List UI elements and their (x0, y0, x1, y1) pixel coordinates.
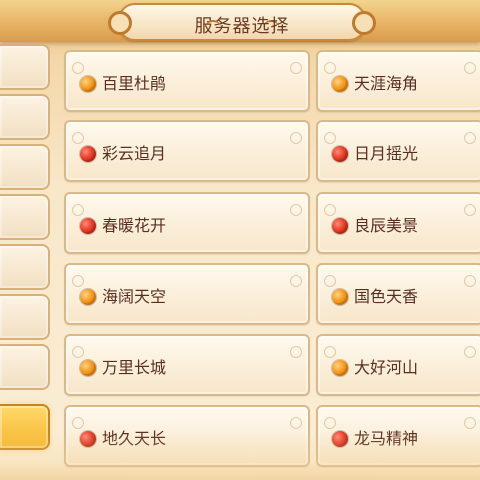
status-icon (80, 76, 96, 92)
server-name: 春暖花开 (102, 216, 167, 235)
title-right-ornament (205, 20, 221, 30)
server-name: 天涯海角 (354, 74, 419, 93)
server-card-12[interactable]: 龙马精神 (316, 405, 480, 467)
title-bar: 服务器选择 (0, 0, 480, 42)
server-card-2[interactable]: 天涯海角 (316, 50, 480, 112)
server-group-tab-5[interactable] (0, 244, 50, 290)
server-card-10[interactable]: 大好河山 (316, 334, 480, 396)
server-group-tab-7[interactable] (0, 344, 50, 390)
server-group-tab-8[interactable] (0, 404, 50, 450)
server-name: 地久天长 (102, 429, 167, 448)
server-group-tab-1[interactable] (0, 44, 50, 90)
server-group-tab-3[interactable] (0, 144, 50, 190)
status-icon (80, 289, 96, 305)
page-title: 服务器选择 (194, 16, 290, 37)
status-icon (80, 218, 96, 234)
server-group-tab-2[interactable] (0, 94, 50, 140)
server-name: 龙马精神 (354, 429, 419, 448)
status-icon (332, 146, 348, 162)
status-icon (80, 360, 96, 376)
server-card-5[interactable]: 春暖花开 (64, 192, 310, 254)
server-card-8[interactable]: 国色天香 (316, 263, 480, 325)
server-name: 万里长城 (102, 358, 167, 377)
server-group-tabs (0, 44, 50, 480)
status-icon (80, 146, 96, 162)
server-card-1[interactable]: 百里杜鹃 (64, 50, 310, 112)
server-name: 彩云追月 (102, 144, 167, 163)
server-name: 日月摇光 (354, 144, 419, 163)
title-scroll: 服务器选择 (108, 3, 376, 41)
server-name: 大好河山 (354, 358, 419, 377)
status-icon (80, 431, 96, 447)
server-card-9[interactable]: 万里长城 (64, 334, 310, 396)
server-card-6[interactable]: 良辰美景 (316, 192, 480, 254)
server-name: 海阔天空 (102, 287, 167, 306)
server-card-4[interactable]: 日月摇光 (316, 120, 480, 182)
status-icon (332, 360, 348, 376)
server-name: 良辰美景 (354, 216, 419, 235)
server-list-panel: 百里杜鹃 天涯海角 彩云追月 日月摇光 春暖花开 良辰美景 海阔天空 国色天香 … (60, 44, 480, 480)
server-card-7[interactable]: 海阔天空 (64, 263, 310, 325)
status-icon (332, 218, 348, 234)
server-name: 国色天香 (354, 287, 419, 306)
server-group-tab-4[interactable] (0, 194, 50, 240)
server-card-3[interactable]: 彩云追月 (64, 120, 310, 182)
status-icon (332, 76, 348, 92)
status-icon (332, 431, 348, 447)
status-icon (332, 289, 348, 305)
server-group-tab-6[interactable] (0, 294, 50, 340)
server-name: 百里杜鹃 (102, 74, 167, 93)
server-card-11[interactable]: 地久天长 (64, 405, 310, 467)
